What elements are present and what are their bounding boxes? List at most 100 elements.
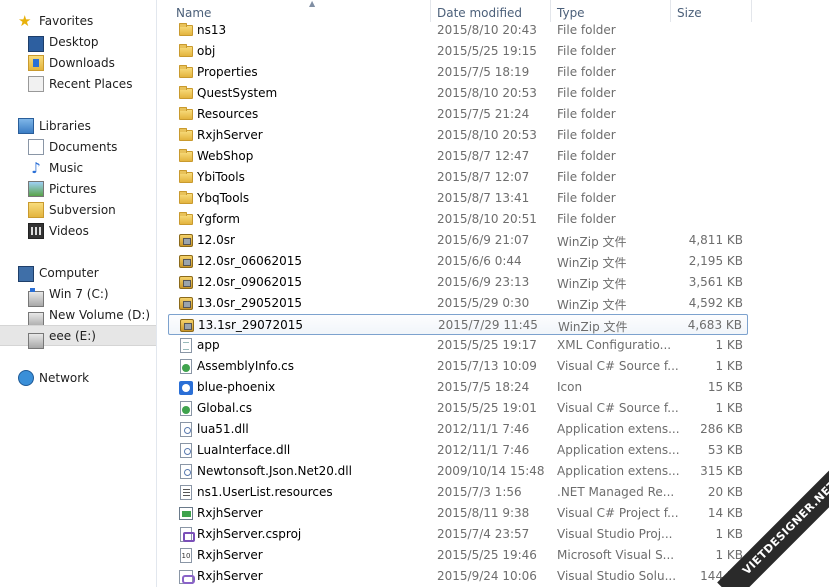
folder-icon	[178, 149, 194, 164]
file-row[interactable]: WebShop 2015/8/7 12:47 File folder	[168, 146, 748, 167]
file-type: Visual C# Project f...	[557, 506, 679, 520]
folder-icon	[178, 44, 194, 59]
file-row[interactable]: 10 RxjhServer 2015/5/25 19:46 Microsoft Vis…	[168, 545, 748, 566]
file-size: 14 KB	[707, 506, 743, 520]
file-size: 1 KB	[715, 401, 743, 415]
column-header-size[interactable]: Size	[672, 0, 752, 22]
file-type: File folder	[557, 86, 616, 100]
nav-network[interactable]: Network	[0, 367, 157, 388]
nav-item-drive-d[interactable]: New Volume (D:)	[0, 304, 157, 328]
file-date-modified: 2015/6/6 0:44	[437, 254, 522, 268]
star-icon: ★	[18, 11, 32, 30]
file-row[interactable]: YbiTools 2015/8/7 12:07 File folder	[168, 167, 748, 188]
file-type: .NET Managed Re...	[557, 485, 675, 499]
nav-item-documents[interactable]: Documents	[0, 136, 157, 157]
computer-icon	[18, 265, 34, 282]
nav-item-music[interactable]: ♪ Music	[0, 157, 157, 178]
file-row[interactable]: 12.0sr 2015/6/9 21:07 WinZip 文件 4,811 KB	[168, 230, 748, 251]
nav-item-desktop[interactable]: Desktop	[0, 31, 157, 52]
file-row[interactable]: QuestSystem 2015/8/10 20:53 File folder	[168, 83, 748, 104]
file-date-modified: 2015/7/29 11:45	[438, 318, 538, 332]
visual-studio-version-icon: 10	[178, 548, 194, 563]
file-date-modified: 2015/9/24 10:06	[437, 569, 537, 583]
column-header-label: Size	[677, 6, 702, 20]
libraries-icon	[18, 117, 34, 134]
file-date-modified: 2015/8/7 13:41	[437, 191, 530, 205]
file-name: blue-phoenix	[197, 380, 276, 394]
nav-favorites[interactable]: ★ Favorites	[0, 10, 157, 31]
file-type: XML Configuratio...	[557, 338, 672, 352]
file-type: Application extens...	[557, 422, 680, 436]
nav-item-subversion[interactable]: Subversion	[0, 199, 157, 220]
column-header-name[interactable]: ▲ Name	[171, 0, 431, 22]
file-row[interactable]: 12.0sr_09062015 2015/6/9 23:13 WinZip 文件 3,…	[168, 272, 748, 293]
file-row[interactable]: RxjhServer 2015/9/24 10:06 Visual Studio S…	[168, 566, 748, 587]
file-row[interactable]: RxjhServer 2015/8/11 9:38 Visual C# Projec…	[168, 503, 748, 524]
file-type: File folder	[557, 65, 616, 79]
csharp-project-icon	[178, 506, 194, 521]
file-size: 15 KB	[707, 380, 743, 394]
file-size: 1 KB	[715, 338, 743, 352]
file-date-modified: 2012/11/1 7:46	[437, 422, 530, 436]
file-row[interactable]: RxjhServer.csproj 2015/7/4 23:57 Visual St…	[168, 524, 748, 545]
xml-config-icon	[178, 338, 194, 353]
nav-item-recent-places[interactable]: Recent Places	[0, 73, 157, 94]
file-type: File folder	[557, 44, 616, 58]
nav-item-drive-c[interactable]: Win 7 (C:)	[0, 283, 157, 307]
nav-item-pictures[interactable]: Pictures	[0, 178, 157, 199]
file-row[interactable]: Properties 2015/7/5 18:19 File folder	[168, 62, 748, 83]
file-size: 4,683 KB	[687, 318, 742, 332]
file-date-modified: 2015/8/7 12:47	[437, 149, 530, 163]
file-row[interactable]: 13.0sr_29052015 2015/5/29 0:30 WinZip 文件 4,…	[168, 293, 748, 314]
file-date-modified: 2015/5/29 0:30	[437, 296, 530, 310]
column-header-date-modified[interactable]: Date modified	[432, 0, 551, 22]
file-type: File folder	[557, 149, 616, 163]
column-header-type[interactable]: Type	[552, 0, 671, 22]
file-row[interactable]: YbqTools 2015/8/7 13:41 File folder	[168, 188, 748, 209]
file-row[interactable]: Ygform 2015/8/10 20:51 File folder	[168, 209, 748, 230]
file-row[interactable]: LuaInterface.dll 2012/11/1 7:46 Applicatio…	[168, 440, 748, 461]
navigation-pane: ★ Favorites Desktop Downloads Recent Pla…	[0, 0, 157, 587]
file-row[interactable]: lua51.dll 2012/11/1 7:46 Application exten…	[168, 419, 748, 440]
file-name: 13.1sr_29072015	[198, 318, 303, 332]
nav-libraries[interactable]: Libraries	[0, 115, 157, 136]
file-date-modified: 2015/6/9 23:13	[437, 275, 530, 289]
file-size: 53 KB	[707, 443, 743, 457]
file-row[interactable]: Newtonsoft.Json.Net20.dll 2009/10/14 15:4…	[168, 461, 748, 482]
file-row[interactable]: RxjhServer 2015/8/10 20:53 File folder	[168, 125, 748, 146]
nav-item-videos[interactable]: Videos	[0, 220, 157, 241]
drive-icon	[28, 332, 44, 349]
file-type: WinZip 文件	[557, 256, 627, 270]
nav-label: Desktop	[49, 34, 99, 49]
file-name: QuestSystem	[197, 86, 278, 100]
nav-computer[interactable]: Computer	[0, 262, 157, 283]
file-row[interactable]: Resources 2015/7/5 21:24 File folder	[168, 104, 748, 125]
nav-item-drive-e[interactable]: eee (E:)	[0, 325, 156, 349]
file-date-modified: 2015/5/25 19:01	[437, 401, 537, 415]
file-type: File folder	[557, 191, 616, 205]
file-name: LuaInterface.dll	[197, 443, 291, 457]
file-row[interactable]: blue-phoenix 2015/7/5 18:24 Icon 15 KB	[168, 377, 748, 398]
file-type: Visual Studio Proj...	[557, 527, 673, 541]
file-date-modified: 2012/11/1 7:46	[437, 443, 530, 457]
file-type: Application extens...	[557, 443, 680, 457]
file-row[interactable]: app 2015/5/25 19:17 XML Configuratio... 1 K…	[168, 335, 748, 356]
music-icon: ♪	[31, 158, 41, 177]
file-name: Global.cs	[197, 401, 252, 415]
desktop-icon	[28, 35, 44, 52]
file-row[interactable]: ns1.UserList.resources 2015/7/3 1:56 .NET …	[168, 482, 748, 503]
file-row[interactable]: 12.0sr_06062015 2015/6/6 0:44 WinZip 文件 2,1…	[168, 251, 748, 272]
nav-label: Downloads	[49, 55, 115, 70]
winzip-archive-icon	[178, 233, 194, 248]
file-type: File folder	[557, 128, 616, 142]
file-date-modified: 2015/8/10 20:53	[437, 86, 537, 100]
recent-places-icon	[28, 75, 44, 92]
file-name: RxjhServer	[197, 548, 263, 562]
file-row[interactable]: AssemblyInfo.cs 2015/7/13 10:09 Visual C# …	[168, 356, 748, 377]
file-row[interactable]: ns13 2015/8/10 20:43 File folder	[168, 21, 748, 41]
file-size: 3,561 KB	[688, 275, 743, 289]
nav-item-downloads[interactable]: Downloads	[0, 52, 157, 73]
file-row[interactable]: 13.1sr_29072015 2015/7/29 11:45 WinZip 文件 4…	[168, 314, 748, 335]
file-row[interactable]: Global.cs 2015/5/25 19:01 Visual C# Source…	[168, 398, 748, 419]
file-row[interactable]: obj 2015/5/25 19:15 File folder	[168, 41, 748, 62]
